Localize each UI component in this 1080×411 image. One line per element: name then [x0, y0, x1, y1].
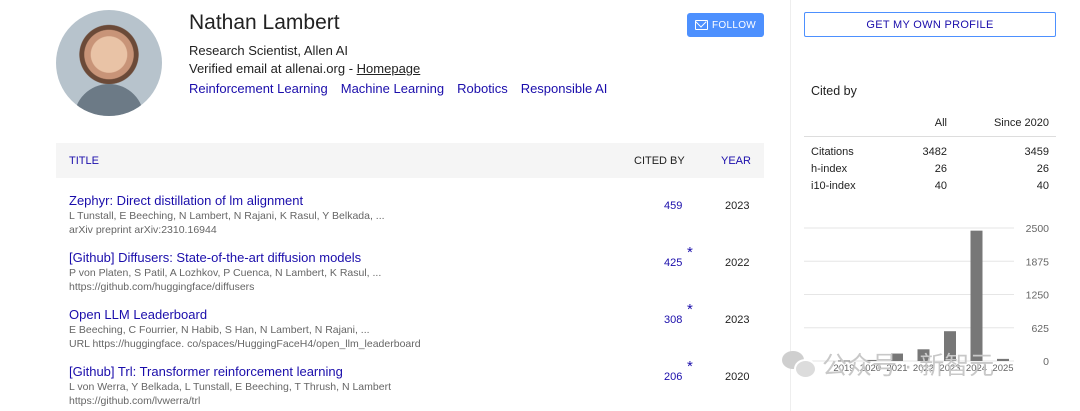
merged-citations-star: *: [687, 244, 693, 261]
article-row: [Github] Trl: Transformer reinforcement …: [69, 358, 769, 411]
interest-link[interactable]: Responsible AI: [521, 81, 608, 96]
watermark-text: 公众号 · 新智元: [822, 352, 995, 380]
cited-by-heading: Cited by: [811, 84, 857, 98]
article-row: [Github] Diffusers: State-of-the-art dif…: [69, 244, 769, 305]
y-tick-label: 1250: [1026, 290, 1050, 302]
y-tick-label: 2500: [1026, 223, 1050, 235]
stats-all-value: 40: [934, 180, 947, 192]
profile-photo-shirt: [74, 84, 144, 116]
citation-count-link[interactable]: 459: [664, 200, 694, 212]
stats-col-all: All: [934, 117, 947, 129]
y-tick-label: 625: [1031, 323, 1049, 335]
interest-link[interactable]: Robotics: [457, 81, 508, 96]
x-tick-label: 2025: [992, 363, 1013, 374]
article-venue: arXiv preprint arXiv:2310.16944: [69, 224, 217, 236]
interest-link[interactable]: Machine Learning: [341, 81, 444, 96]
profile-email: Verified email at allenai.org - Homepage: [189, 61, 420, 76]
citation-stats-table: All Since 2020 Citations 3482 3459 h-ind…: [804, 108, 1056, 195]
stats-label-link[interactable]: Citations: [811, 146, 854, 158]
stats-row: i10-index 40 40: [804, 178, 1056, 195]
profile-affiliation: Research Scientist, Allen AI: [189, 43, 348, 58]
merged-citations-star: *: [687, 301, 693, 318]
follow-button[interactable]: FOLLOW: [687, 13, 764, 37]
articles-table-header: TITLE CITED BY YEAR: [56, 143, 764, 178]
interests-list: Reinforcement Learning Machine Learning …: [189, 81, 607, 96]
watermark: 公众号 · 新智元: [782, 346, 994, 382]
wechat-icon: [782, 351, 817, 379]
merged-citations-star: *: [687, 358, 693, 375]
mail-icon: [694, 20, 708, 30]
cited-by-sort-header[interactable]: CITED BY: [634, 155, 685, 167]
profile-photo: [56, 10, 162, 116]
article-venue: URL https://huggingface. co/spaces/Huggi…: [69, 338, 421, 350]
chart-bar-2025[interactable]: [997, 358, 1009, 361]
article-year: 2020: [725, 371, 750, 383]
chart-bar-2024[interactable]: [970, 230, 983, 361]
get-my-own-profile-button[interactable]: GET MY OWN PROFILE: [804, 12, 1056, 37]
email-text: Verified email at allenai.org -: [189, 61, 357, 76]
article-year: 2023: [725, 200, 750, 212]
title-sort-header[interactable]: TITLE: [69, 155, 99, 167]
stats-header: All Since 2020: [804, 108, 1056, 137]
article-row: Open LLM Leaderboard E Beeching, C Fourr…: [69, 301, 769, 362]
stats-label-link[interactable]: h-index: [811, 163, 847, 175]
y-tick-label: 1875: [1026, 256, 1050, 268]
y-tick-label: 0: [1043, 356, 1049, 368]
article-year: 2022: [725, 257, 750, 269]
profile-name: Nathan Lambert: [189, 11, 340, 34]
stats-all-value: 26: [934, 163, 947, 175]
homepage-link[interactable]: Homepage: [357, 61, 421, 76]
stats-since-value: 26: [1036, 163, 1049, 175]
interest-link[interactable]: Reinforcement Learning: [189, 81, 328, 96]
article-venue: https://github.com/huggingface/diffusers: [69, 281, 255, 293]
article-year: 2023: [725, 314, 750, 326]
year-sort-header[interactable]: YEAR: [721, 155, 751, 167]
stats-since-value: 3459: [1024, 146, 1049, 158]
article-venue: https://github.com/lvwerra/trl: [69, 395, 201, 407]
stats-since-value: 40: [1036, 180, 1049, 192]
stats-label-link[interactable]: i10-index: [811, 180, 856, 192]
follow-label: FOLLOW: [711, 19, 757, 31]
stats-all-value: 3482: [922, 146, 947, 158]
stats-row: h-index 26 26: [804, 161, 1056, 178]
stats-row: Citations 3482 3459: [804, 144, 1056, 161]
article-row: Zephyr: Direct distillation of lm alignm…: [69, 193, 769, 248]
stats-col-since: Since 2020: [993, 117, 1049, 129]
